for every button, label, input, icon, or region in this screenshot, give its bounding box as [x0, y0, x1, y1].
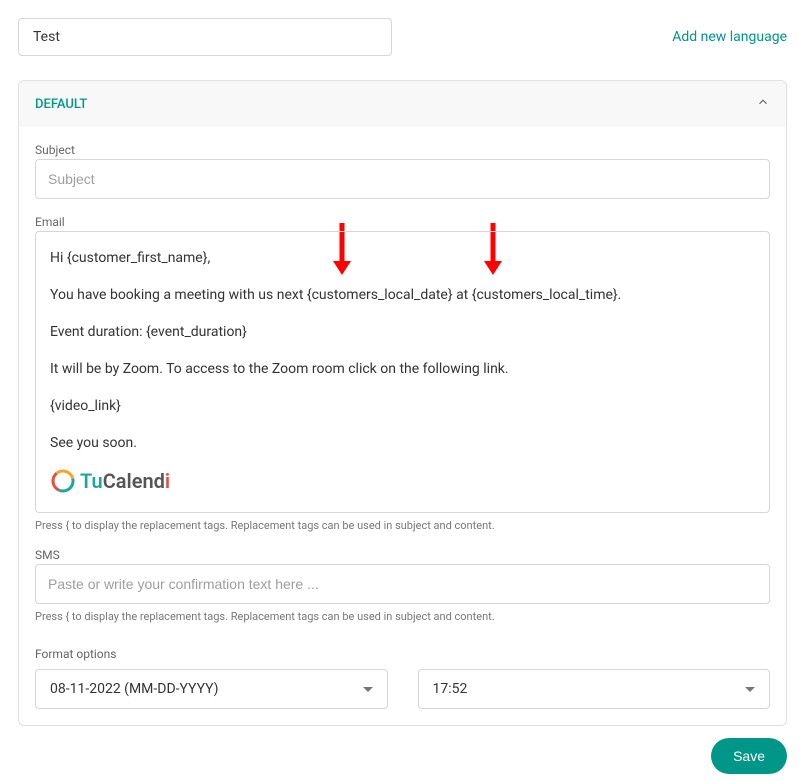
panel-body: Subject Email Hi {customer_first_name}, …	[19, 127, 786, 725]
add-language-link[interactable]: Add new language	[672, 29, 787, 45]
format-options-label: Format options	[35, 647, 770, 661]
time-format-value: 17:52	[433, 681, 468, 697]
chevron-up-icon	[756, 95, 770, 113]
logo-text-i: i	[165, 469, 170, 493]
subject-label: Subject	[35, 143, 770, 157]
email-line: It will be by Zoom. To access to the Zoo…	[50, 359, 755, 380]
save-button[interactable]: Save	[711, 738, 787, 774]
email-line: {video_link}	[50, 396, 755, 417]
caret-down-icon	[745, 687, 755, 692]
logo-text-calend: Calend	[103, 469, 165, 493]
email-helper-text: Press { to display the replacement tags.…	[35, 519, 770, 532]
default-panel: DEFAULT Subject Email Hi {customer_first…	[18, 80, 787, 726]
panel-title: DEFAULT	[35, 97, 87, 112]
logo-text-tu: Tu	[80, 469, 103, 493]
email-line: Event duration: {event_duration}	[50, 322, 755, 343]
email-line: You have booking a meeting with us next …	[50, 285, 755, 306]
panel-header[interactable]: DEFAULT	[19, 81, 786, 127]
language-select[interactable]: Test	[18, 18, 392, 56]
caret-down-icon	[363, 687, 373, 692]
logo: TuCalendi	[50, 466, 755, 496]
email-label: Email	[35, 215, 770, 229]
sms-input[interactable]	[35, 564, 770, 604]
email-line: See you soon.	[50, 433, 755, 454]
time-format-select[interactable]: 17:52	[418, 669, 771, 709]
language-select-value: Test	[33, 29, 60, 45]
date-format-select[interactable]: 08-11-2022 (MM-DD-YYYY)	[35, 669, 388, 709]
subject-input[interactable]	[35, 159, 770, 199]
date-format-value: 08-11-2022 (MM-DD-YYYY)	[50, 681, 219, 697]
sms-label: SMS	[35, 548, 770, 562]
email-editor[interactable]: Hi {customer_first_name}, You have booki…	[35, 231, 770, 513]
logo-icon	[50, 468, 76, 494]
sms-helper-text: Press { to display the replacement tags.…	[35, 610, 770, 623]
email-line: Hi {customer_first_name},	[50, 248, 755, 269]
